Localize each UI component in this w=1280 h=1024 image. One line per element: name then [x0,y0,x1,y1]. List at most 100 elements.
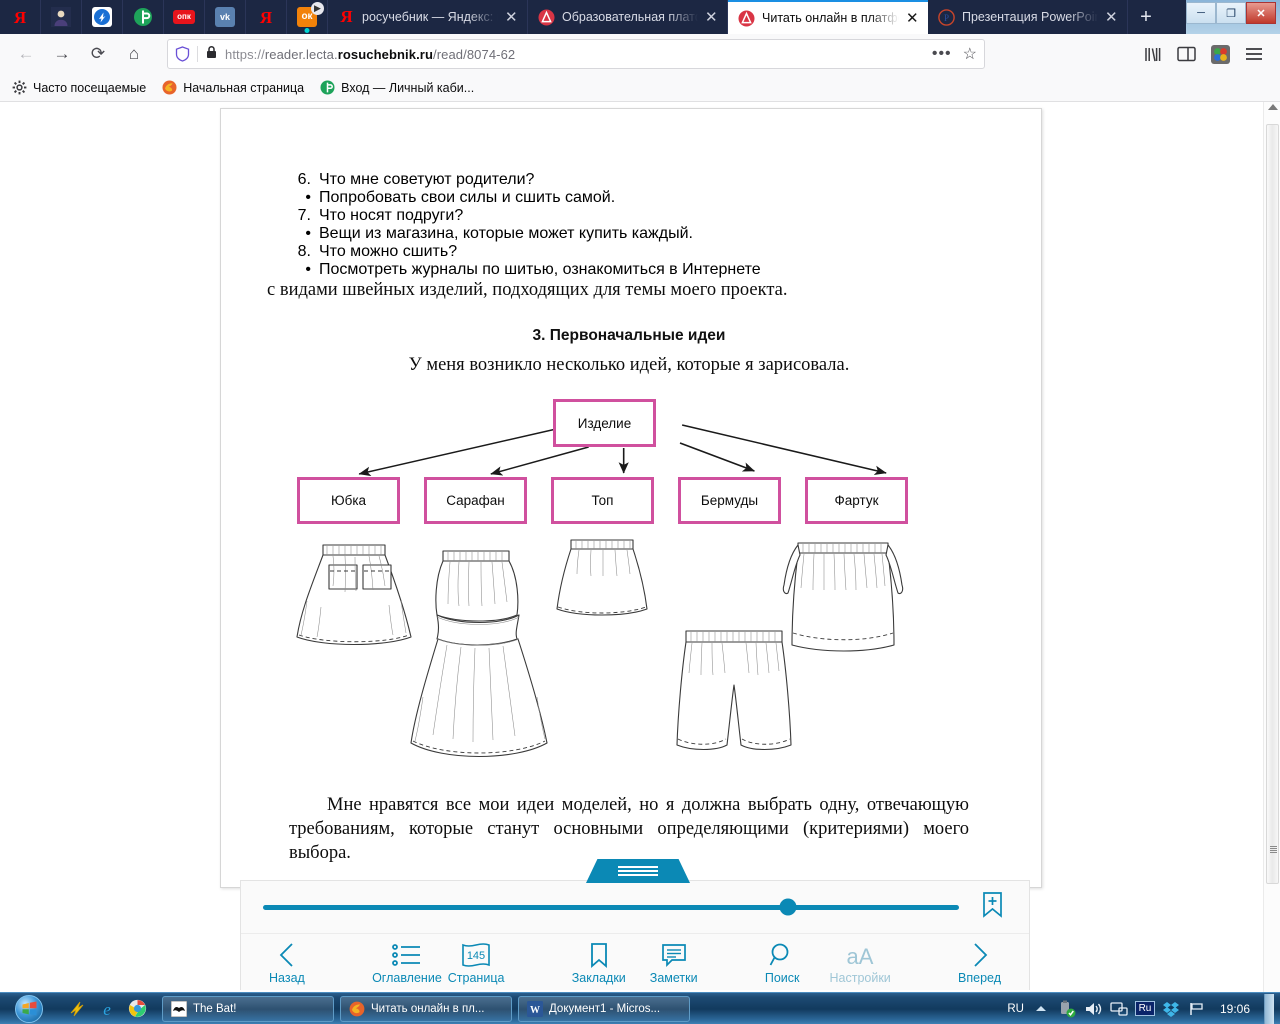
bookmark-label: Часто посещаемые [33,80,147,95]
tab-read-online[interactable]: Читать онлайн в платфо ✕ [728,0,928,34]
pinned-tab-vk[interactable]: vk [205,0,246,34]
reader-toolbar: Назад Оглавление 145 Страница Закладки З… [240,859,1030,990]
svg-text:aA: aA [847,944,874,968]
bookmark-star-icon[interactable]: ☆ [963,44,977,64]
dropbox-icon[interactable] [1162,1000,1180,1018]
close-icon[interactable]: ✕ [906,11,922,26]
start-button[interactable] [2,994,56,1024]
pinned-tab-odnoklassniki[interactable]: ок ▶ [287,0,328,34]
bookmark-home-page[interactable]: Начальная страница [162,80,304,95]
yandex-favicon: Я [340,7,353,26]
tab-educational-platform[interactable]: Образовательная платф ✕ [528,0,728,34]
internet-explorer-icon[interactable]: e [96,998,118,1020]
volume-icon[interactable] [1084,1000,1102,1018]
tool-contents[interactable]: Оглавление [372,940,442,985]
punto-switcher-icon[interactable]: Ru [1134,1000,1156,1018]
list-marker: 6. [297,171,311,188]
tool-page[interactable]: 145 Страница [448,940,504,985]
tool-label: Заметки [649,970,698,985]
punto-label: Ru [1134,1001,1156,1016]
tool-notes[interactable]: Заметки [650,940,698,985]
pinned-tab-yandex[interactable]: Я [0,0,41,34]
library-icon[interactable] [1136,38,1168,70]
taskbar-window-thebat[interactable]: The Bat! [162,995,334,1022]
page-progress-slider[interactable] [263,898,959,916]
toolbar-drag-handle[interactable] [586,859,690,883]
taskbar-window-firefox-reader[interactable]: Читать онлайн в пл... [340,995,512,1022]
pinned-tab-avatar[interactable] [41,0,82,34]
apron-illustration [782,542,904,652]
yandex-icon-2: Я [259,7,273,27]
menu-icon[interactable] [1238,38,1270,70]
new-tab-button[interactable]: + [1128,0,1164,34]
show-desktop-button[interactable] [1264,993,1274,1024]
lecta-favicon-active [738,10,755,27]
vk-icon: vk [215,7,235,27]
page-scrollbar[interactable] [1263,102,1280,992]
maximize-button[interactable]: ❐ [1216,2,1246,24]
bookmark-plus-icon[interactable] [981,891,1007,923]
close-icon[interactable]: ✕ [505,10,521,25]
forward-button[interactable]: → [46,38,78,70]
close-icon[interactable]: ✕ [705,10,721,25]
sidebar-icon[interactable] [1170,38,1202,70]
pinned-tab-yandex-2[interactable]: Я [246,0,287,34]
list-item: • Посмотреть журналы по шитью, ознакомит… [289,261,969,279]
word-icon: W [527,1000,543,1017]
taskbar-window-word-document[interactable]: W Документ1 - Micros... [518,995,690,1022]
list-icon [392,940,422,968]
slider-knob[interactable] [779,898,797,916]
address-bar[interactable]: https://reader.lecta.rosuchebnik.ru/read… [167,39,985,69]
tool-bookmarks[interactable]: Закладки [572,940,626,985]
tab-powerpoint-presentation[interactable]: P Презентация PowerPoint ✕ [928,0,1128,34]
usb-safely-remove-icon[interactable] [1058,1000,1076,1018]
close-icon[interactable]: ✕ [1105,10,1121,25]
tool-settings[interactable]: aA Настройки [830,940,891,985]
lock-icon[interactable] [205,45,218,64]
bookmark-frequently-visited[interactable]: Часто посещаемые [12,80,146,95]
flag-icon[interactable] [1188,1000,1206,1018]
media-player-icon[interactable] [66,998,88,1020]
bookmarks-bar: Часто посещаемые Начальная страница Вход… [0,74,1280,102]
chevron-left-icon [277,940,297,968]
close-window-button[interactable]: ✕ [1246,2,1276,24]
scroll-up-arrow-icon[interactable] [1268,104,1278,110]
list-item: 8. Что можно сшить? [289,243,969,261]
chrome-icon[interactable] [126,998,148,1020]
tool-label: Оглавление [372,970,442,985]
pinned-tabs-group: Я опк vk Я ок ▶ [0,0,328,34]
back-button[interactable]: ← [10,38,42,70]
pinned-tab-green-app[interactable] [123,0,164,34]
green-app-icon [133,7,153,27]
closing-paragraph: Мне нравятся все мои идеи моделей, но я … [289,795,969,863]
extension-icon[interactable] [1204,38,1236,70]
show-hidden-icons-arrow-icon[interactable] [1032,1000,1050,1018]
pinned-tab-opk[interactable]: опк [164,0,205,34]
home-button[interactable]: ⌂ [118,38,150,70]
url-text: https://reader.lecta.rosuchebnik.ru/read… [225,47,921,62]
taskbar-clock[interactable]: 19:06 [1214,1002,1256,1016]
tab-rosuchebnik-search[interactable]: Я росучебник — Яндекс: н ✕ [328,0,528,34]
book-page-icon: 145 [460,940,492,968]
tab-title: Образовательная платф [562,10,698,24]
chevron-right-icon [970,940,990,968]
list-marker: 7. [297,207,311,224]
note-icon [661,940,687,968]
tool-back[interactable]: Назад [269,940,305,985]
shield-icon[interactable] [175,46,190,62]
tool-forward[interactable]: Вперед [958,940,1001,985]
product-ideas-diagram: Изделие Юбка Сарафан Топ Бермуды Фартук [289,399,969,529]
section-intro: У меня возникло несколько идей, которые … [408,354,850,375]
network-icon[interactable] [1110,1000,1128,1018]
minimize-button[interactable]: ─ [1186,2,1216,24]
svg-text:W: W [530,1005,540,1016]
page-actions-icon[interactable]: ••• [928,45,956,63]
list-text: Что мне советуют родители? [319,171,535,188]
scrollbar-thumb[interactable] [1266,124,1279,884]
tool-search[interactable]: Поиск [765,940,800,985]
bookmark-login-personal-account[interactable]: Вход — Личный каби... [320,80,474,95]
tray-language-indicator[interactable]: RU [1007,1003,1024,1015]
skirt-illustration [296,544,412,646]
pinned-tab-blue-app[interactable] [82,0,123,34]
reload-button[interactable]: ⟳ [82,38,114,70]
